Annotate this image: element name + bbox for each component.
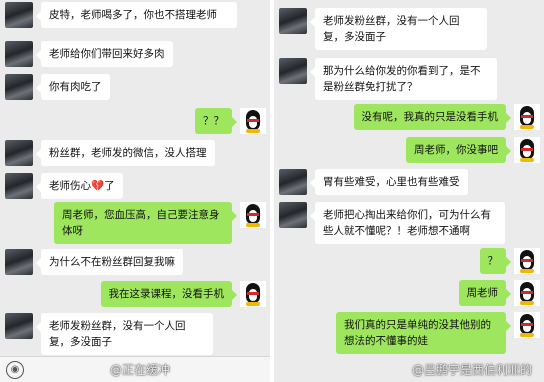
teacher-avatar[interactable] [279,169,307,195]
teacher-avatar[interactable] [5,173,33,199]
message-bubble[interactable]: 胃有些难受，心里也有些难受 [310,169,468,195]
penguin-avatar-icon[interactable] [514,312,540,338]
message-bubble[interactable]: 周老师 [458,280,511,306]
teacher-avatar[interactable] [5,249,33,275]
message-row-incoming: 老师把心掏出来给你们，可为什么有些人就不懂呢？！老师想不通啊 [279,202,505,244]
teacher-avatar[interactable] [5,74,33,100]
message-bubble[interactable]: 我们真的只是单纯的没其他别的想法的不懂事的娃 [336,312,511,354]
message-bubble[interactable]: 没有呢，我真的只是没看手机 [353,104,511,130]
message-row-outgoing: ？ [479,248,540,274]
left-chat-screen: 皮特，老师喝多了，你也不搭理老师 老师给你们带回来好多肉 你有肉吃了 ？？ 粉丝… [0,0,270,382]
teacher-avatar[interactable] [5,41,33,67]
message-row-incoming: 老师给你们带回来好多肉 [5,41,173,67]
message-row-outgoing: 没有呢，我真的只是没看手机 [353,104,540,130]
teacher-avatar[interactable] [5,313,33,339]
message-bubble[interactable]: 周老师，您血压高，自己要注意身体呀 [54,202,237,244]
message-bubble[interactable]: 为什么不在粉丝群回复我嘛 [36,249,183,275]
watermark: @吕鹏宇是西伯利亚的 [412,363,533,377]
watermark: @正在缓冲 [110,363,171,377]
message-row-incoming: 老师发粉丝群，没有一个人回复，多没面子 [5,313,213,355]
message-row-outgoing: ？？ [195,108,266,134]
message-bubble[interactable]: 老师发粉丝群，没有一个人回复，多没面子 [310,8,487,50]
voice-icon[interactable]: ◉ [6,361,24,379]
message-bubble[interactable]: 老师发粉丝群，没有一个人回复，多没面子 [36,313,213,355]
penguin-avatar-icon[interactable] [240,281,266,307]
message-bubble[interactable]: ？？ [195,108,237,134]
message-row-outgoing: 我在这录课程，没看手机 [100,281,266,307]
message-bubble[interactable]: 我在这录课程，没看手机 [100,281,237,307]
penguin-avatar-icon[interactable] [240,202,266,228]
message-row-incoming: 粉丝群，老师发的微信，没人搭理 [5,140,215,166]
broken-heart-emoji: 💔 [91,180,105,192]
teacher-avatar[interactable] [279,58,307,84]
message-bubble[interactable]: 老师把心掏出来给你们，可为什么有些人就不懂呢？！老师想不通啊 [310,202,505,244]
message-row-incoming: 为什么不在粉丝群回复我嘛 [5,249,183,275]
penguin-avatar-icon[interactable] [514,280,540,306]
message-bubble[interactable]: 周老师，你没事吧 [406,137,511,163]
teacher-avatar[interactable] [279,202,307,228]
message-row-incoming: 那为什么给你发的你看到了，是不是粉丝群免打扰了？ [279,58,497,100]
message-row-incoming: 皮特，老师喝多了，你也不搭理老师 [5,2,237,28]
message-bubble[interactable]: 老师给你们带回来好多肉 [36,41,173,67]
message-row-incoming: 你有肉吃了 [5,74,110,100]
message-bubble[interactable]: 粉丝群，老师发的微信，没人搭理 [36,140,215,166]
message-row-incoming: 胃有些难受，心里也有些难受 [279,169,468,195]
penguin-avatar-icon[interactable] [240,108,266,134]
message-text: 老师伤心 [49,180,91,192]
penguin-avatar-icon[interactable] [514,248,540,274]
message-row-outgoing: 周老师，您血压高，自己要注意身体呀 [54,202,266,244]
message-row-incoming: 老师伤心💔了 [5,173,123,199]
message-bubble[interactable]: 那为什么给你发的你看到了，是不是粉丝群免打扰了？ [310,58,497,100]
penguin-avatar-icon[interactable] [514,104,540,130]
teacher-avatar[interactable] [279,8,307,34]
message-row-outgoing: 周老师，你没事吧 [406,137,540,163]
message-bubble[interactable]: 你有肉吃了 [36,74,110,100]
message-row-incoming: 老师发粉丝群，没有一个人回复，多没面子 [279,8,487,50]
message-row-outgoing: 周老师 [458,280,540,306]
penguin-avatar-icon[interactable] [514,137,540,163]
message-text-suffix: 了 [104,180,115,192]
message-row-outgoing: 我们真的只是单纯的没其他别的想法的不懂事的娃 [336,312,540,354]
message-bubble[interactable]: 老师伤心💔了 [36,173,123,199]
teacher-avatar[interactable] [5,2,33,28]
right-chat-screen: 老师发粉丝群，没有一个人回复，多没面子 那为什么给你发的你看到了，是不是粉丝群免… [274,0,544,382]
teacher-avatar[interactable] [5,140,33,166]
message-bubble[interactable]: ？ [479,248,511,274]
message-bubble[interactable]: 皮特，老师喝多了，你也不搭理老师 [36,2,237,28]
